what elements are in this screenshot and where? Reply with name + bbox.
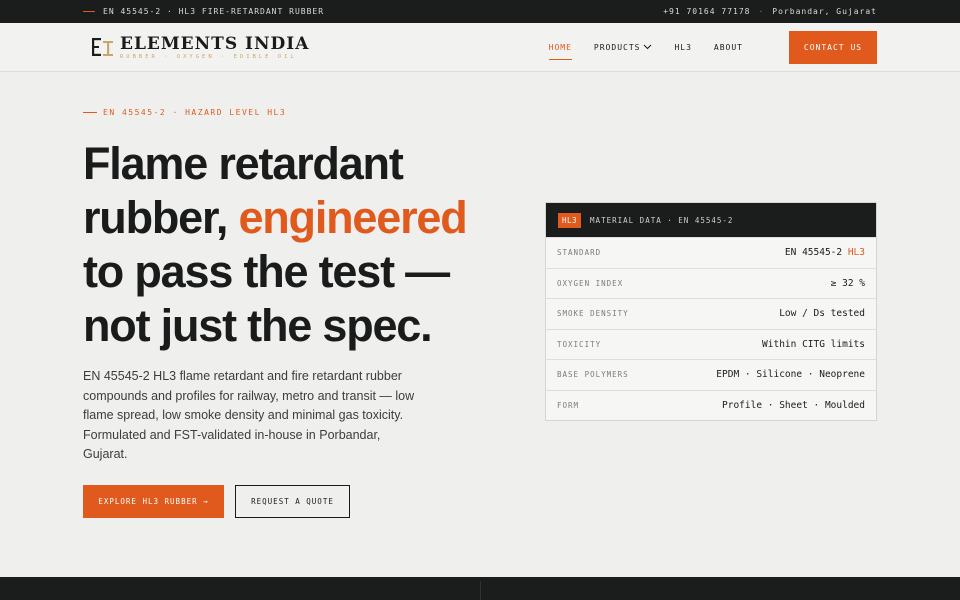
data-row: SMOKE DENSITY Low / Ds tested: [546, 298, 876, 329]
top-info-bar: EN 45545-2 · HL3 FIRE-RETARDANT RUBBER +…: [0, 0, 960, 23]
logo[interactable]: ELEMENTS INDIA RUBBER · OXYGEN · EDIBLE …: [90, 35, 309, 60]
row-value-text: EN 45545-2: [784, 247, 848, 259]
row-label: OXYGEN INDEX: [557, 278, 624, 288]
logo-text: ELEMENTS INDIA RUBBER · OXYGEN · EDIBLE …: [120, 35, 309, 60]
row-value: EN 45545-2 HL3: [785, 247, 865, 258]
headline-line-4: not just the spec.: [83, 300, 433, 351]
row-label: TOXICITY: [557, 339, 602, 349]
nav-home-label: HOME: [548, 42, 572, 52]
main-nav: HOME PRODUCTS HL3 ABOUT CONTACT US: [548, 30, 877, 64]
row-value: Profile · Sheet · Moulded: [722, 399, 865, 411]
card-title: MATERIAL DATA · EN 45545-2: [590, 215, 734, 225]
site-header: ELEMENTS INDIA RUBBER · OXYGEN · EDIBLE …: [0, 23, 960, 72]
row-label: BASE POLYMERS: [557, 370, 629, 380]
headline-line-3: to pass the test —: [83, 246, 450, 297]
material-data-card: HL3 MATERIAL DATA · EN 45545-2 STANDARD …: [545, 202, 877, 421]
headline-line-2a: rubber,: [83, 192, 239, 243]
hero-headline: Flame retardant rubber, engineered to pa…: [83, 137, 523, 353]
row-value: EPDM · Silicone · Neoprene: [716, 369, 865, 381]
row-value: Within CITG limits: [762, 338, 865, 350]
logo-name: ELEMENTS INDIA: [120, 33, 310, 54]
logo-mark-icon: [90, 35, 114, 59]
nav-about[interactable]: ABOUT: [714, 35, 743, 60]
topbar-phone[interactable]: +91 70164 77178: [663, 7, 750, 16]
card-header: HL3 MATERIAL DATA · EN 45545-2: [546, 203, 876, 237]
row-value: ≥ 32 %: [830, 277, 865, 289]
contact-us-button[interactable]: CONTACT US: [789, 30, 877, 64]
topbar-contact: +91 70164 77178 · Porbandar, Gujarat: [663, 7, 877, 16]
nav-products-label: PRODUCTS: [593, 42, 641, 52]
data-row: OXYGEN INDEX ≥ 32 %: [546, 267, 876, 299]
footer-band: [0, 577, 960, 600]
nav-hl3[interactable]: HL3: [674, 35, 691, 60]
topbar-separator: ·: [758, 7, 765, 16]
nav-home[interactable]: HOME: [548, 35, 573, 60]
row-label: FORM: [557, 400, 580, 410]
hl3-badge: HL3: [558, 212, 582, 228]
request-quote-button[interactable]: REQUEST A QUOTE: [235, 485, 350, 518]
topbar-standard: EN 45545-2 · HL3 FIRE-RETARDANT RUBBER: [83, 7, 324, 16]
headline-accent: engineered: [238, 192, 467, 243]
accent-dash: [83, 112, 97, 113]
row-label: STANDARD: [557, 248, 602, 258]
nav-hl3-label: HL3: [674, 42, 692, 52]
topbar-location: Porbandar, Gujarat: [772, 7, 877, 16]
topbar-standard-text: EN 45545-2 · HL3 FIRE-RETARDANT RUBBER: [103, 7, 325, 16]
row-value-highlight: HL3: [847, 247, 865, 259]
hero-eyebrow-text: EN 45545-2 · HAZARD LEVEL HL3: [103, 108, 287, 117]
nav-products[interactable]: PRODUCTS: [594, 35, 653, 60]
data-row: STANDARD EN 45545-2 HL3: [546, 237, 876, 268]
nav-about-label: ABOUT: [713, 42, 743, 52]
data-row: FORM Profile · Sheet · Moulded: [546, 389, 876, 421]
row-value: Low / Ds tested: [779, 308, 865, 320]
data-row: BASE POLYMERS EPDM · Silicone · Neoprene: [546, 359, 876, 390]
accent-dash: [83, 11, 95, 12]
chevron-down-icon: [644, 44, 652, 50]
explore-hl3-button[interactable]: EXPLORE HL3 RUBBER →: [83, 485, 224, 518]
data-row: TOXICITY Within CITG limits: [546, 328, 876, 360]
headline-line-1: Flame retardant: [83, 138, 404, 189]
footer-divider: [480, 581, 481, 600]
row-label: SMOKE DENSITY: [557, 309, 629, 319]
hero-eyebrow: EN 45545-2 · HAZARD LEVEL HL3: [83, 108, 286, 117]
hero-description: EN 45545-2 HL3 flame retardant and fire …: [83, 369, 415, 461]
hero-cta-row: EXPLORE HL3 RUBBER → REQUEST A QUOTE: [83, 485, 350, 518]
logo-tagline: RUBBER · OXYGEN · EDIBLE OIL: [120, 53, 297, 60]
